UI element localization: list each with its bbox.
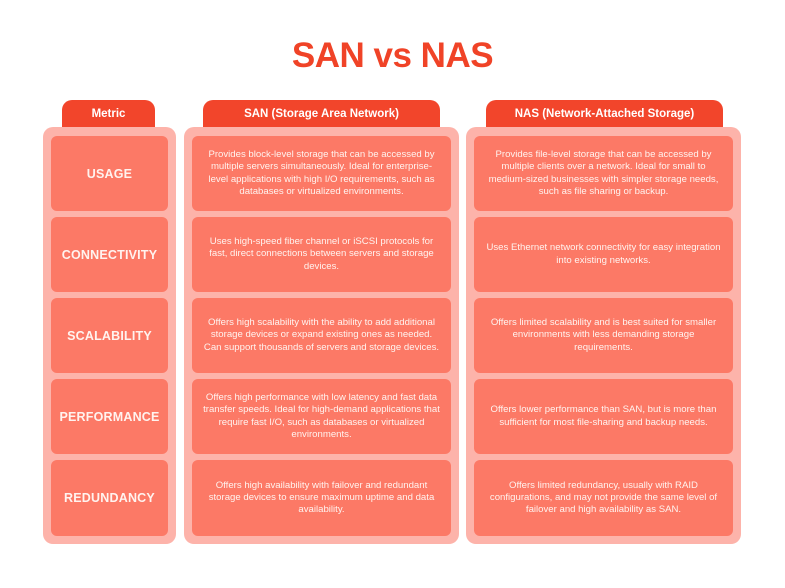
nas-cell-redundancy: Offers limited redundancy, usually with … xyxy=(474,460,733,536)
metric-cell-connectivity: CONNECTIVITY xyxy=(51,217,168,292)
metric-column: USAGE CONNECTIVITY SCALABILITY PERFORMAN… xyxy=(43,127,176,544)
san-cell-connectivity: Uses high-speed fiber channel or iSCSI p… xyxy=(192,217,451,292)
nas-cell-scalability: Offers limited scalability and is best s… xyxy=(474,298,733,373)
metric-cell-redundancy: REDUNDANCY xyxy=(51,460,168,536)
san-cell-redundancy: Offers high availability with failover a… xyxy=(192,460,451,536)
san-column: Provides block-level storage that can be… xyxy=(184,127,459,544)
san-cell-usage: Provides block-level storage that can be… xyxy=(192,136,451,211)
nas-cell-usage: Provides file-level storage that can be … xyxy=(474,136,733,211)
header-nas: NAS (Network-Attached Storage) xyxy=(486,100,723,128)
san-cell-performance: Offers high performance with low latency… xyxy=(192,379,451,454)
nas-column: Provides file-level storage that can be … xyxy=(466,127,741,544)
metric-cell-scalability: SCALABILITY xyxy=(51,298,168,373)
nas-cell-connectivity: Uses Ethernet network connectivity for e… xyxy=(474,217,733,292)
page-title: SAN vs NAS xyxy=(291,36,494,75)
metric-cell-usage: USAGE xyxy=(51,136,168,211)
header-metric: Metric xyxy=(62,100,155,128)
metric-cell-performance: PERFORMANCE xyxy=(51,379,168,454)
header-san: SAN (Storage Area Network) xyxy=(203,100,440,128)
san-cell-scalability: Offers high scalability with the ability… xyxy=(192,298,451,373)
nas-cell-performance: Offers lower performance than SAN, but i… xyxy=(474,379,733,454)
